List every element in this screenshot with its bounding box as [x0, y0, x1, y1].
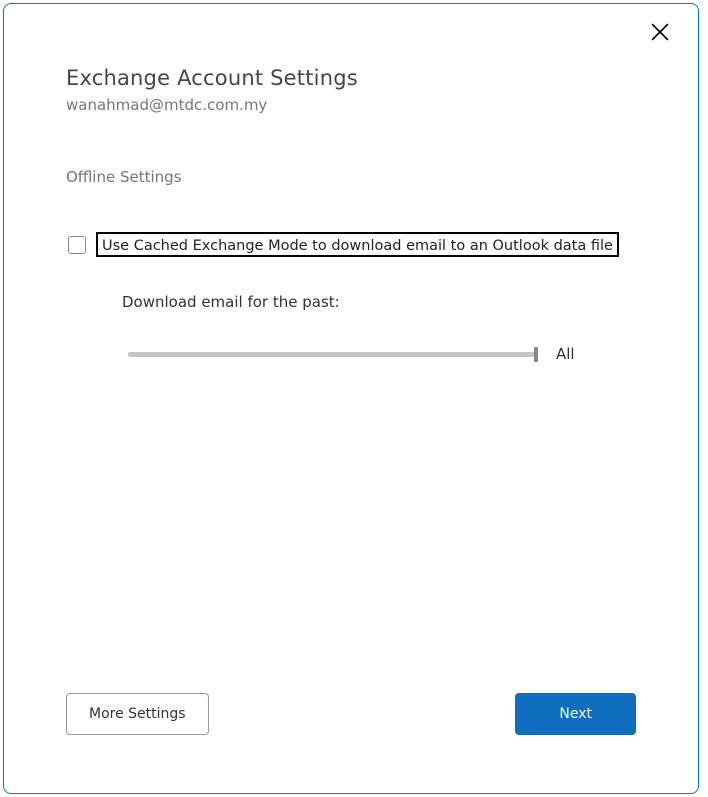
exchange-settings-dialog: Exchange Account Settings wanahmad@mtdc.…: [3, 3, 699, 794]
page-title: Exchange Account Settings: [66, 66, 636, 90]
next-button[interactable]: Next: [515, 693, 636, 735]
close-icon: [651, 23, 669, 41]
cached-mode-checkbox[interactable]: [68, 236, 86, 254]
download-past-label: Download email for the past:: [122, 293, 636, 311]
more-settings-button[interactable]: More Settings: [66, 693, 209, 735]
close-button[interactable]: [650, 22, 670, 42]
download-range-slider[interactable]: [128, 352, 536, 357]
slider-thumb[interactable]: [534, 347, 538, 362]
cached-mode-label[interactable]: Use Cached Exchange Mode to download ema…: [102, 238, 613, 254]
slider-value-label: All: [556, 345, 575, 363]
cached-mode-label-focus: Use Cached Exchange Mode to download ema…: [96, 232, 619, 257]
account-email: wanahmad@mtdc.com.my: [66, 96, 636, 114]
offline-settings-heading: Offline Settings: [66, 168, 636, 186]
